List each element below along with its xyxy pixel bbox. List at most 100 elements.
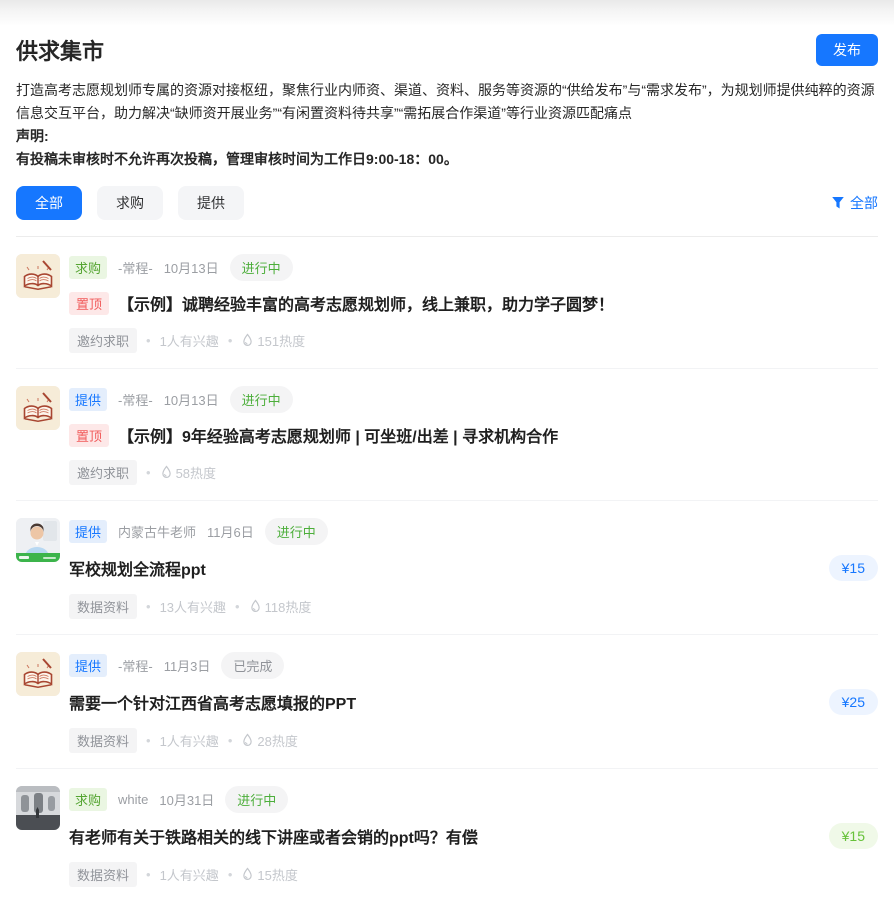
author-name: -常程- — [118, 258, 153, 277]
book-avatar-image — [16, 386, 60, 430]
separator-dot-1: • — [146, 867, 151, 882]
separator-dot-1: • — [146, 599, 151, 614]
item-title[interactable]: 有老师有关于铁路相关的线下讲座或者会销的ppt吗？有偿 — [69, 824, 478, 848]
item-footer-row: 数据资料 • 1人有兴趣 • 28热度 — [69, 728, 878, 753]
price-badge: ¥15 — [829, 823, 878, 849]
heat-count: 28热度 — [257, 731, 297, 750]
category-tag: 数据资料 — [69, 862, 137, 887]
separator-dot-2: • — [228, 867, 233, 882]
publish-button[interactable]: 发布 — [816, 34, 878, 66]
list-item[interactable]: 提供 -常程- 10月13日 进行中 置顶 【示例】9年经验高考志愿规划师 | … — [16, 369, 878, 501]
item-title[interactable]: 【示例】诚聘经验丰富的高考志愿规划师，线上兼职，助力学子圆梦！ — [118, 291, 614, 315]
page-description: 打造高考志愿规划师专属的资源对接枢纽，聚焦行业内师资、渠道、资料、服务等资源的“… — [16, 79, 878, 125]
separator-dot-1: • — [146, 733, 151, 748]
author-name: white — [118, 792, 148, 807]
type-badge: 提供 — [69, 520, 107, 543]
pinned-badge: 置顶 — [69, 424, 109, 447]
item-content: 提供 -常程- 11月3日 已完成 需要一个针对江西省高考志愿填报的PPT ¥2… — [69, 652, 878, 753]
heat-count: 151热度 — [257, 331, 305, 350]
statement-label: 声明: — [16, 125, 878, 148]
flame-icon — [241, 733, 254, 748]
separator-dot-2: • — [228, 333, 233, 348]
category-tag: 数据资料 — [69, 728, 137, 753]
filter-tab-0[interactable]: 全部 — [16, 186, 82, 220]
item-title-row: 需要一个针对江西省高考志愿填报的PPT ¥25 — [69, 689, 878, 715]
item-content: 提供 内蒙古牛老师 11月6日 进行中 军校规划全流程ppt ¥15 数据资料 … — [69, 518, 878, 619]
item-title-row: 有老师有关于铁路相关的线下讲座或者会销的ppt吗？有偿 ¥15 — [69, 823, 878, 849]
separator-dot-1: • — [146, 465, 151, 480]
flame-icon — [241, 867, 254, 882]
filter-tab-1[interactable]: 求购 — [97, 186, 163, 220]
item-meta-row: 提供 -常程- 11月3日 已完成 — [69, 652, 878, 679]
flame-icon — [241, 333, 254, 348]
price-badge: ¥15 — [829, 555, 878, 581]
tabs-row: 全部求购提供 全部 — [16, 186, 878, 220]
item-title-row: 置顶 【示例】诚聘经验丰富的高考志愿规划师，线上兼职，助力学子圆梦！ — [69, 291, 878, 315]
type-badge: 提供 — [69, 654, 107, 677]
interest-count: 1人有兴趣 — [160, 865, 219, 884]
item-title[interactable]: 军校规划全流程ppt — [69, 556, 206, 580]
post-date: 10月31日 — [159, 790, 214, 809]
status-badge: 已完成 — [221, 652, 284, 679]
separator-dot-2: • — [235, 599, 240, 614]
interest-count: 1人有兴趣 — [160, 731, 219, 750]
item-footer-row: 数据资料 • 13人有兴趣 • 118热度 — [69, 594, 878, 619]
filter-tabs: 全部求购提供 — [16, 186, 244, 220]
item-footer-row: 邀约求职 • 58热度 — [69, 460, 878, 485]
status-badge: 进行中 — [225, 786, 288, 813]
status-badge: 进行中 — [230, 386, 293, 413]
heat-wrap: 58热度 — [160, 463, 216, 482]
pinned-badge: 置顶 — [69, 292, 109, 315]
avatar — [16, 652, 60, 696]
heat-count: 118热度 — [265, 597, 312, 616]
filter-dropdown-label: 全部 — [850, 193, 878, 213]
flame-icon — [249, 599, 262, 614]
item-meta-row: 提供 内蒙古牛老师 11月6日 进行中 — [69, 518, 878, 545]
supply-demand-market-page: 供求集市 发布 打造高考志愿规划师专属的资源对接枢纽，聚焦行业内师资、渠道、资料… — [0, 34, 894, 902]
filter-tab-2[interactable]: 提供 — [178, 186, 244, 220]
statement-text: 有投稿未审核时不允许再次投稿，管理审核时间为工作日9:00-18：00。 — [16, 148, 878, 171]
item-meta-row: 求购 -常程- 10月13日 进行中 — [69, 254, 878, 281]
type-badge: 提供 — [69, 388, 107, 411]
status-badge: 进行中 — [265, 518, 328, 545]
interest-count: 1人有兴趣 — [160, 331, 219, 350]
interest-count: 13人有兴趣 — [160, 597, 226, 616]
post-date: 10月13日 — [164, 258, 219, 277]
item-meta-row: 提供 -常程- 10月13日 进行中 — [69, 386, 878, 413]
item-title-row: 军校规划全流程ppt ¥15 — [69, 555, 878, 581]
list-item[interactable]: 求购 white 10月31日 进行中 有老师有关于铁路相关的线下讲座或者会销的… — [16, 769, 878, 902]
teacher-avatar-photo — [16, 518, 60, 562]
item-title-row: 置顶 【示例】9年经验高考志愿规划师 | 可坐班/出差 | 寻求机构合作 — [69, 423, 878, 447]
list-item[interactable]: 求购 -常程- 10月13日 进行中 置顶 【示例】诚聘经验丰富的高考志愿规划师… — [16, 237, 878, 369]
heat-count: 15热度 — [257, 865, 297, 884]
status-badge: 进行中 — [230, 254, 293, 281]
item-content: 求购 -常程- 10月13日 进行中 置顶 【示例】诚聘经验丰富的高考志愿规划师… — [69, 254, 878, 353]
post-date: 11月6日 — [207, 522, 254, 541]
author-name: 内蒙古牛老师 — [118, 522, 196, 541]
heat-count: 58热度 — [176, 463, 216, 482]
list-item[interactable]: 提供 内蒙古牛老师 11月6日 进行中 军校规划全流程ppt ¥15 数据资料 … — [16, 501, 878, 635]
item-meta-row: 求购 white 10月31日 进行中 — [69, 786, 878, 813]
flame-icon — [160, 465, 173, 480]
top-gradient — [0, 0, 894, 26]
post-date: 11月3日 — [164, 656, 211, 675]
price-badge: ¥25 — [829, 689, 878, 715]
avatar — [16, 786, 60, 830]
category-tag: 数据资料 — [69, 594, 137, 619]
item-title[interactable]: 需要一个针对江西省高考志愿填报的PPT — [69, 690, 356, 714]
heat-wrap: 151热度 — [241, 331, 305, 350]
item-content: 提供 -常程- 10月13日 进行中 置顶 【示例】9年经验高考志愿规划师 | … — [69, 386, 878, 485]
avatar — [16, 254, 60, 298]
heat-wrap: 28热度 — [241, 731, 297, 750]
category-tag: 邀约求职 — [69, 328, 137, 353]
avatar — [16, 386, 60, 430]
separator-dot-1: • — [146, 333, 151, 348]
heat-wrap: 118热度 — [249, 597, 312, 616]
list-item[interactable]: 提供 -常程- 11月3日 已完成 需要一个针对江西省高考志愿填报的PPT ¥2… — [16, 635, 878, 769]
funnel-filter-icon — [831, 196, 845, 210]
page-title: 供求集市 — [16, 34, 104, 66]
filter-dropdown[interactable]: 全部 — [831, 193, 878, 213]
separator-dot-2: • — [228, 733, 233, 748]
author-name: -常程- — [118, 656, 153, 675]
item-title[interactable]: 【示例】9年经验高考志愿规划师 | 可坐班/出差 | 寻求机构合作 — [118, 423, 558, 447]
